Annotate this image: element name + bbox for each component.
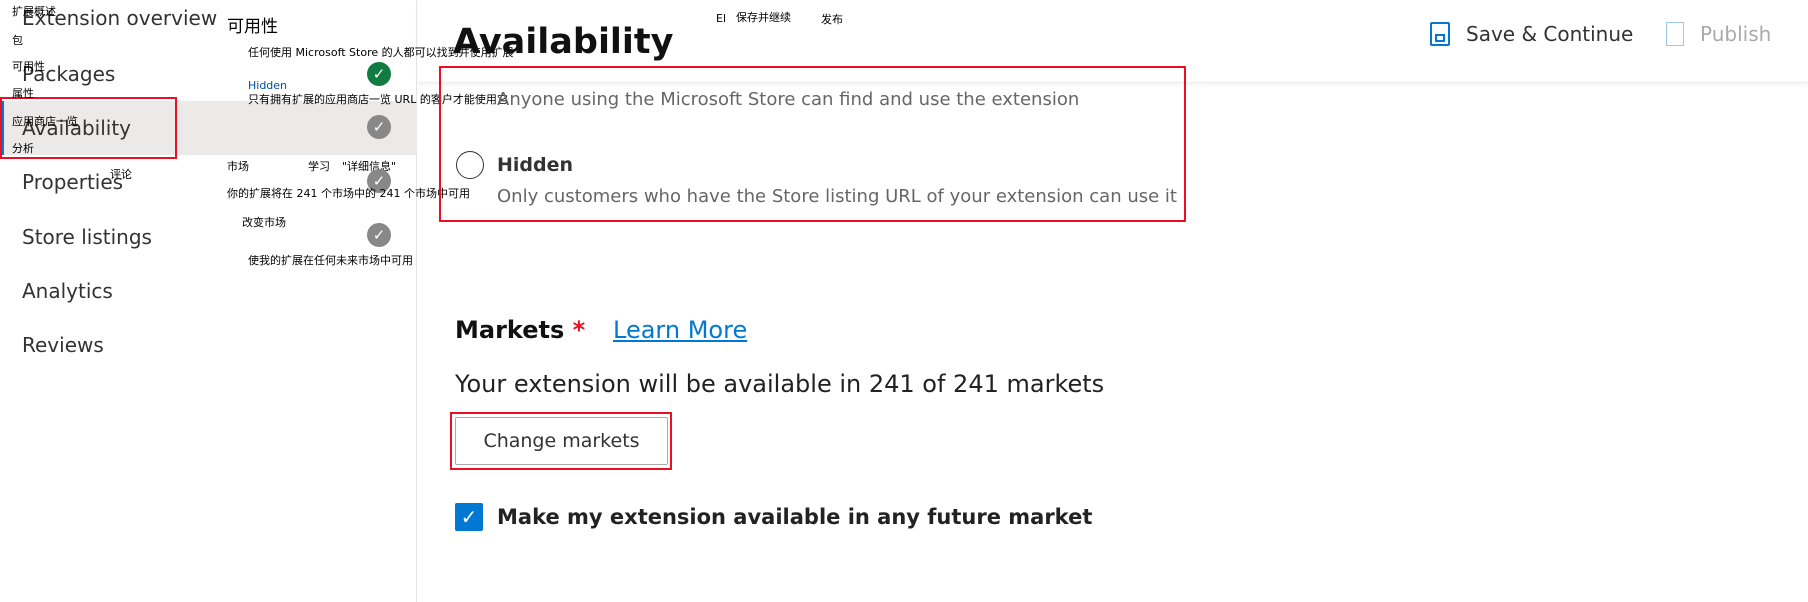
zh-label: 可用性	[12, 60, 45, 73]
zh-label: 使我的扩展在任何未来市场中可用	[248, 254, 413, 267]
check-circle-icon: ✓	[367, 115, 391, 139]
sidebar-item-properties[interactable]: Properties	[22, 170, 123, 194]
publish-label: Publish	[1700, 22, 1772, 46]
zh-label: 你的扩展将在 241 个市场中的 241 个市场中可用	[227, 187, 470, 200]
page-title: Availability	[453, 22, 674, 62]
check-circle-icon: ✓	[367, 62, 391, 86]
zh-label: El	[716, 12, 727, 25]
publish-icon	[1666, 22, 1684, 46]
learn-more-link[interactable]: Learn More	[613, 316, 747, 344]
highlight-box-visibility	[439, 66, 1186, 222]
save-continue-button[interactable]: Save & Continue	[1430, 22, 1633, 46]
zh-label: 发布	[821, 13, 843, 26]
publish-button[interactable]: Publish	[1666, 22, 1771, 46]
future-market-label: Make my extension available in any futur…	[497, 505, 1093, 529]
zh-label: 评论	[110, 168, 132, 181]
zh-title: 可用性	[227, 17, 278, 37]
sidebar-item-reviews[interactable]: Reviews	[22, 333, 104, 357]
zh-label: 分析	[12, 142, 34, 155]
zh-label: 扩展概述	[12, 5, 56, 18]
sidebar-item-analytics[interactable]: Analytics	[22, 279, 113, 303]
sidebar-item-store-listings[interactable]: Store listings	[22, 225, 152, 249]
future-market-checkbox[interactable]: ✓	[455, 503, 483, 531]
zh-label: "详细信息"	[342, 160, 397, 173]
zh-label: 属性	[12, 87, 34, 100]
zh-label: 保存并继续	[736, 11, 791, 24]
zh-label: 包	[12, 34, 23, 47]
zh-label: 学习	[308, 160, 330, 173]
required-marker: *	[572, 316, 586, 344]
zh-label: 应用商店一览	[12, 115, 78, 128]
markets-heading: Markets *	[455, 316, 586, 344]
zh-label: 改变市场	[242, 216, 286, 229]
markets-summary: Your extension will be available in 241 …	[455, 370, 1105, 398]
sidebar: Extension overview Packages Availability…	[0, 0, 514, 602]
highlight-box-change-markets	[450, 412, 672, 470]
save-icon	[1430, 22, 1450, 46]
zh-label: 市场	[227, 160, 249, 173]
check-circle-icon: ✓	[367, 223, 391, 247]
save-label: Save & Continue	[1466, 22, 1634, 46]
